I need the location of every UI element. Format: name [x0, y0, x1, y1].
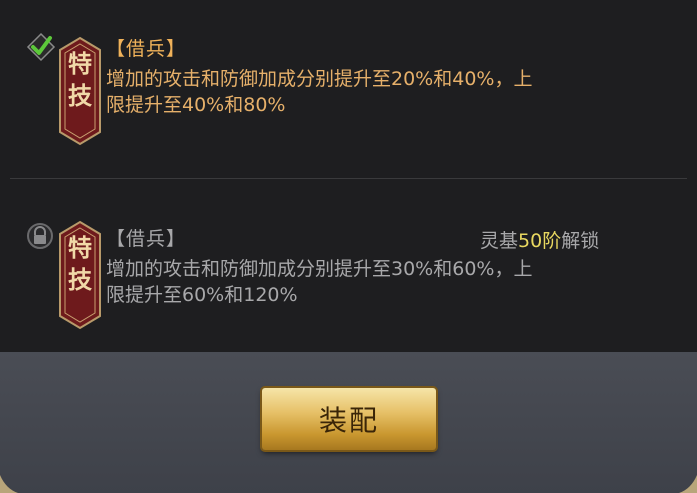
equip-button-label: 装配 [318, 404, 379, 437]
skill-name: 【借兵】 [106, 228, 187, 250]
skill-description: 增加的攻击和防御加成分别提升至20%和40%，上 限提升至40%和80% [106, 66, 626, 118]
badge-label: 特 技 [58, 48, 102, 112]
skill-description-line: 增加的攻击和防御加成分别提升至20%和40%，上 [106, 68, 533, 90]
lock-icon [27, 223, 53, 249]
skill-item[interactable]: 特 技 【借兵】 灵基50阶解锁 增加的攻击和防御加成分别提升至30%和60%，… [0, 180, 697, 352]
skill-name: 【借兵】 [106, 38, 187, 60]
skill-panel: 特 技 【借兵】 增加的攻击和防御加成分别提升至20%和40%，上 限提升至40… [0, 0, 697, 493]
badge-char-2: 技 [68, 82, 92, 110]
skill-description-line: 限提升至60%和120% [106, 284, 298, 306]
skill-list[interactable]: 特 技 【借兵】 增加的攻击和防御加成分别提升至20%和40%，上 限提升至40… [0, 0, 697, 352]
divider [10, 178, 687, 179]
equip-button[interactable]: 装配 [262, 388, 436, 450]
check-icon [26, 32, 56, 62]
badge-label: 特 技 [58, 232, 102, 296]
skill-description: 增加的攻击和防御加成分别提升至30%和60%，上 限提升至60%和120% [106, 256, 626, 308]
skill-item[interactable]: 特 技 【借兵】 增加的攻击和防御加成分别提升至20%和40%，上 限提升至40… [0, 0, 697, 178]
unlock-suffix: 解锁 [561, 230, 600, 252]
unlock-level: 50阶 [518, 230, 562, 252]
badge-char-1: 特 [68, 50, 92, 78]
badge-char-2: 技 [68, 266, 92, 294]
unlock-hint: 灵基50阶解锁 [480, 226, 599, 253]
badge-char-1: 特 [68, 234, 92, 262]
skill-description-line: 增加的攻击和防御加成分别提升至30%和60%，上 [106, 258, 533, 280]
corner-ornament-icon [0, 475, 18, 493]
unlock-prefix: 灵基 [480, 230, 519, 252]
skill-description-line: 限提升至40%和80% [106, 94, 286, 116]
corner-ornament-icon [679, 475, 697, 493]
